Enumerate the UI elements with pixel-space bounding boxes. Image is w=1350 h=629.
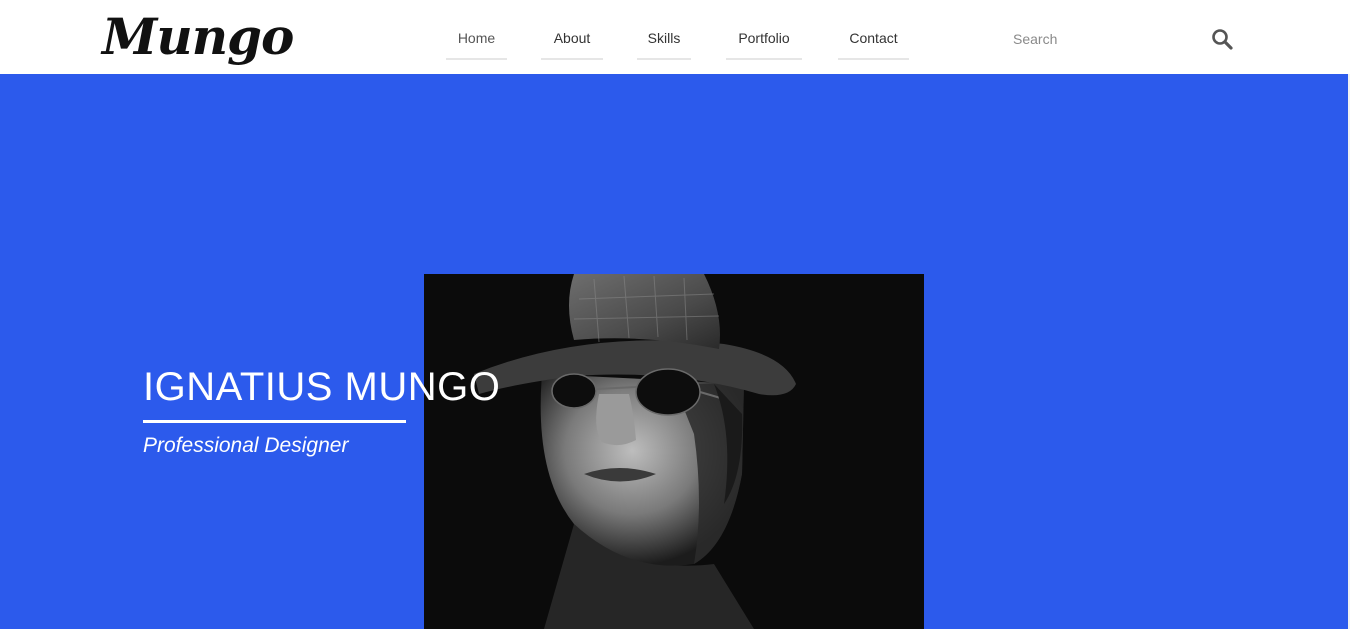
hero-divider xyxy=(143,420,406,423)
hero-section: IGNATIUS MUNGO Professional Designer xyxy=(0,74,1348,629)
nav-item-about[interactable]: About xyxy=(541,30,603,60)
nav-item-skills[interactable]: Skills xyxy=(637,30,691,60)
portrait-photo xyxy=(424,274,924,629)
site-logo[interactable]: Mungo xyxy=(102,4,294,70)
hero-name: IGNATIUS MUNGO xyxy=(143,365,501,409)
hero-subtitle: Professional Designer xyxy=(143,434,349,457)
nav-item-contact[interactable]: Contact xyxy=(838,30,909,60)
nav-item-home[interactable]: Home xyxy=(446,30,507,60)
top-navbar: Mungo Home About Skills Portfolio Contac… xyxy=(0,0,1350,74)
search-input[interactable] xyxy=(1010,26,1206,52)
nav-item-portfolio[interactable]: Portfolio xyxy=(726,30,802,60)
search-icon[interactable] xyxy=(1210,27,1234,51)
